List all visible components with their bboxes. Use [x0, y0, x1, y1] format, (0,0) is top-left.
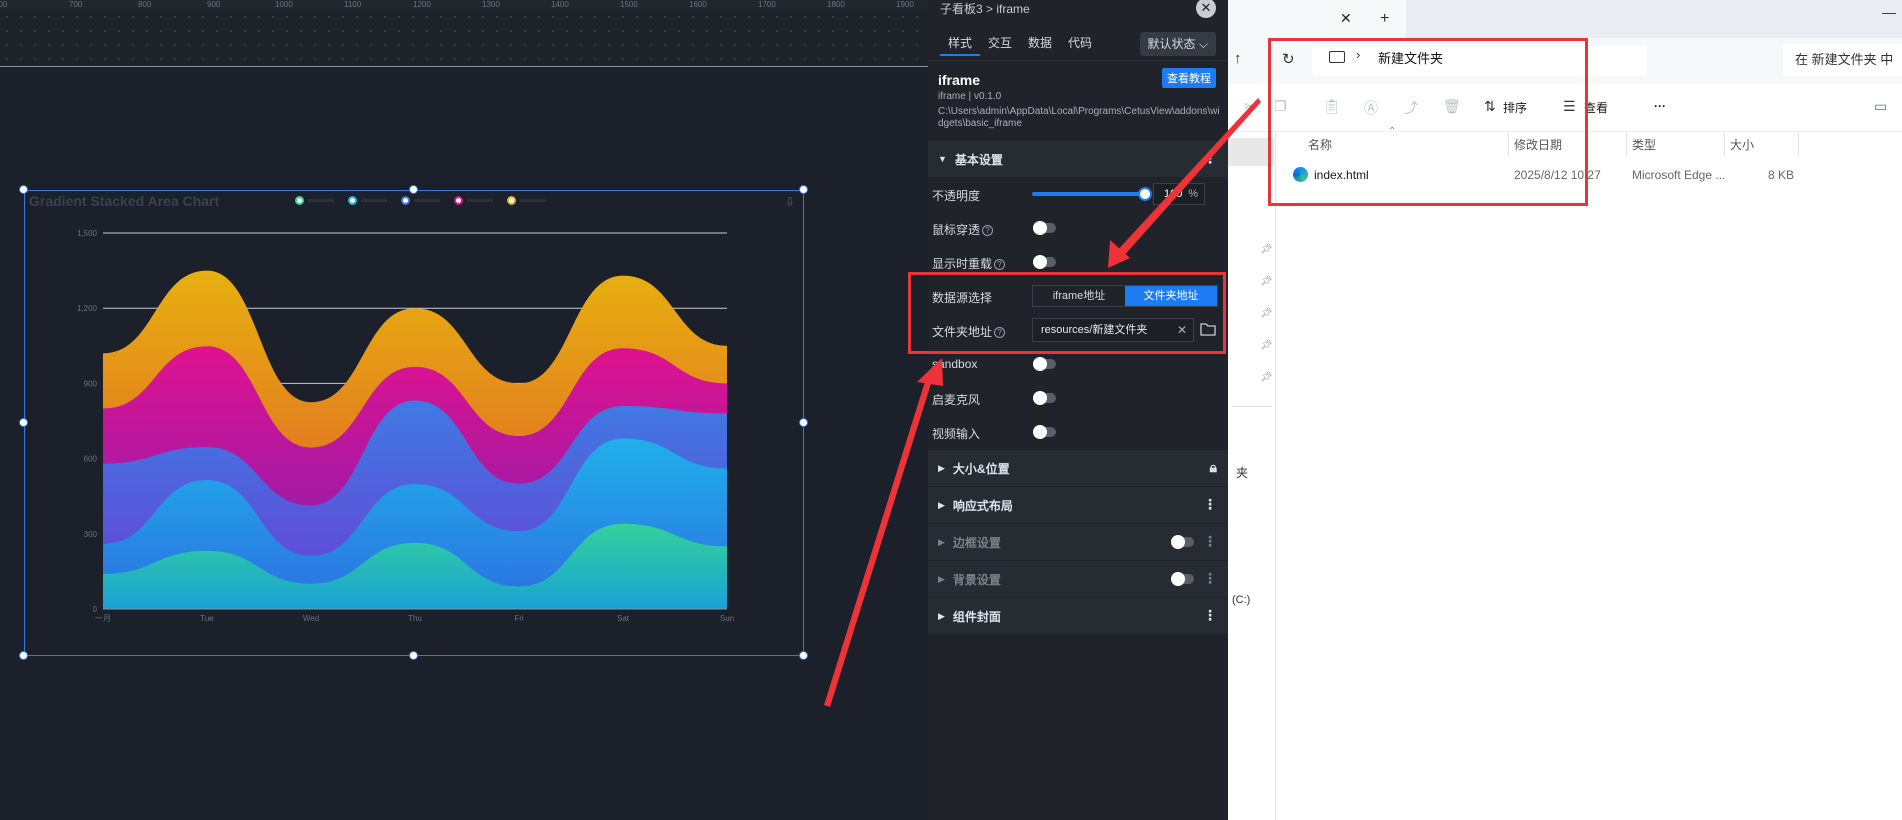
annotation-arrows: [824, 98, 1261, 707]
screen: 600 700 800 900 1000 1100 1200 1300 1400…: [0, 0, 1902, 820]
arrow-left-to-panel: [824, 372, 934, 707]
arrow-right-to-panel: [1108, 98, 1261, 266]
arrow-left-head: [917, 358, 943, 386]
